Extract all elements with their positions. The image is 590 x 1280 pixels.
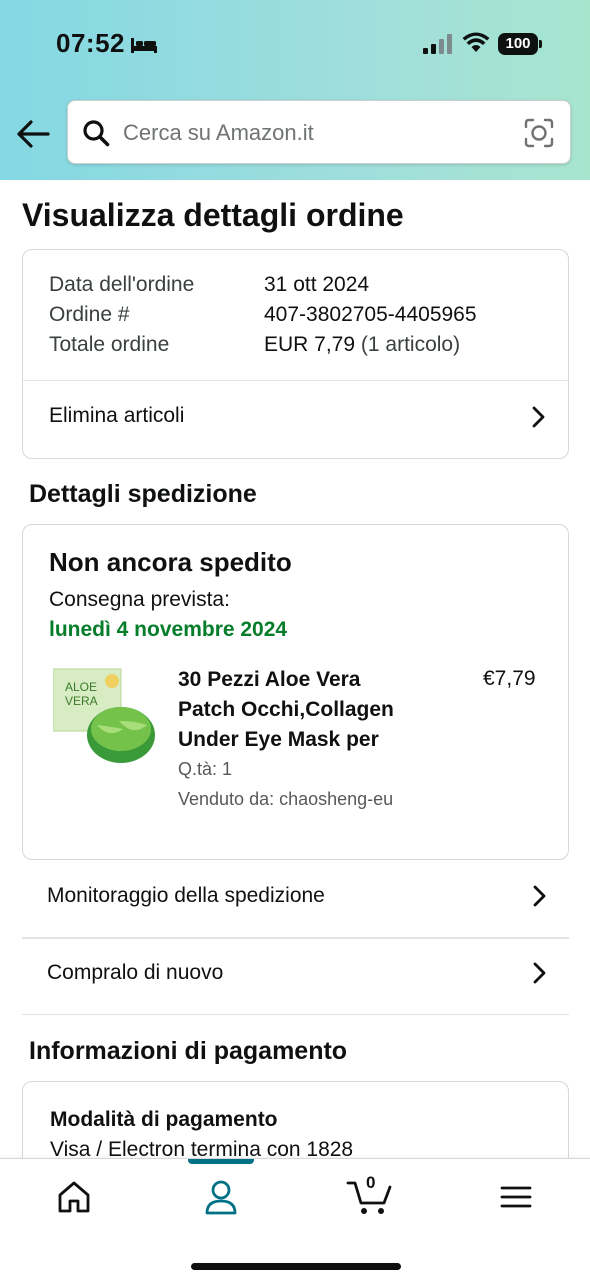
menu-icon[interactable]: [494, 1177, 538, 1217]
page-title: Visualizza dettagli ordine: [22, 197, 404, 233]
search-input[interactable]: [123, 101, 503, 165]
chevron-right-icon: [533, 962, 546, 984]
home-icon[interactable]: [52, 1177, 96, 1217]
search-icon: [83, 120, 110, 147]
order-date-label: Data dell'ordine: [49, 273, 195, 296]
order-number-label: Ordine #: [49, 303, 130, 326]
product-title-line: Under Eye Mask per: [178, 728, 379, 751]
wifi-icon: [462, 32, 490, 52]
order-total-label: Totale ordine: [49, 333, 170, 356]
payment-method-title: Modalità di pagamento: [50, 1108, 278, 1131]
buy-again-row[interactable]: Compralo di nuovo: [22, 939, 569, 1015]
product-title[interactable]: 30 Pezzi Aloe Vera Patch Occhi,Collagen …: [178, 665, 438, 755]
order-date-value: 31 ott 2024: [264, 273, 370, 296]
cart-button[interactable]: 0: [346, 1173, 394, 1217]
cellular-signal-icon: [423, 34, 452, 54]
delivery-label: Consegna prevista:: [49, 588, 230, 611]
delivery-date: lunedì 4 novembre 2024: [49, 618, 288, 641]
delete-items-label: Elimina articoli: [49, 404, 185, 427]
delete-items-row[interactable]: Elimina articoli: [23, 381, 568, 458]
sleep-focus-icon: [131, 38, 157, 53]
order-item-count: (1 articolo): [360, 333, 461, 356]
buy-again-label: Compralo di nuovo: [47, 961, 224, 984]
product-image-text: VERA: [65, 694, 98, 708]
cart-count: 0: [366, 1173, 376, 1192]
divider: [22, 1014, 569, 1015]
track-shipment-row[interactable]: Monitoraggio della spedizione: [22, 861, 569, 937]
track-shipment-label: Monitoraggio della spedizione: [47, 884, 325, 907]
payment-section-title: Informazioni di pagamento: [29, 1037, 348, 1065]
product-title-line: 30 Pezzi Aloe Vera: [178, 668, 361, 691]
product-quantity: Q.tà: 1: [178, 759, 233, 779]
shipment-card: Non ancora spedito Consegna prevista: lu…: [22, 524, 569, 860]
app-header: 07:52 100: [0, 0, 590, 180]
chevron-right-icon: [533, 885, 546, 907]
camera-scan-icon[interactable]: [524, 118, 554, 148]
product-title-line: Patch Occhi,Collagen: [178, 698, 394, 721]
battery-icon: 100: [498, 33, 542, 55]
battery-level: 100: [498, 33, 538, 55]
product-image[interactable]: ALOE VERA: [53, 665, 155, 767]
order-total-value: EUR 7,79 (1 articolo): [264, 333, 460, 357]
order-total-amount: EUR 7,79: [264, 333, 356, 356]
shipment-status: Non ancora spedito: [49, 547, 292, 577]
account-icon[interactable]: [199, 1177, 243, 1217]
back-arrow-icon[interactable]: [16, 118, 50, 150]
active-tab-indicator: [188, 1159, 254, 1164]
home-indicator: [191, 1263, 401, 1270]
bottom-nav: 0: [0, 1158, 590, 1280]
product-seller: Venduto da: chaosheng-eu: [178, 789, 394, 809]
search-bar[interactable]: [67, 100, 571, 165]
chevron-right-icon: [532, 406, 545, 428]
product-image-text: ALOE: [65, 680, 97, 694]
order-summary-card: Data dell'ordine 31 ott 2024 Ordine # 40…: [22, 249, 569, 459]
product-price: €7,79: [483, 667, 536, 690]
shipping-section-title: Dettagli spedizione: [29, 480, 257, 508]
status-time: 07:52: [56, 28, 125, 58]
order-number-value: 407-3802705-4405965: [264, 303, 477, 326]
